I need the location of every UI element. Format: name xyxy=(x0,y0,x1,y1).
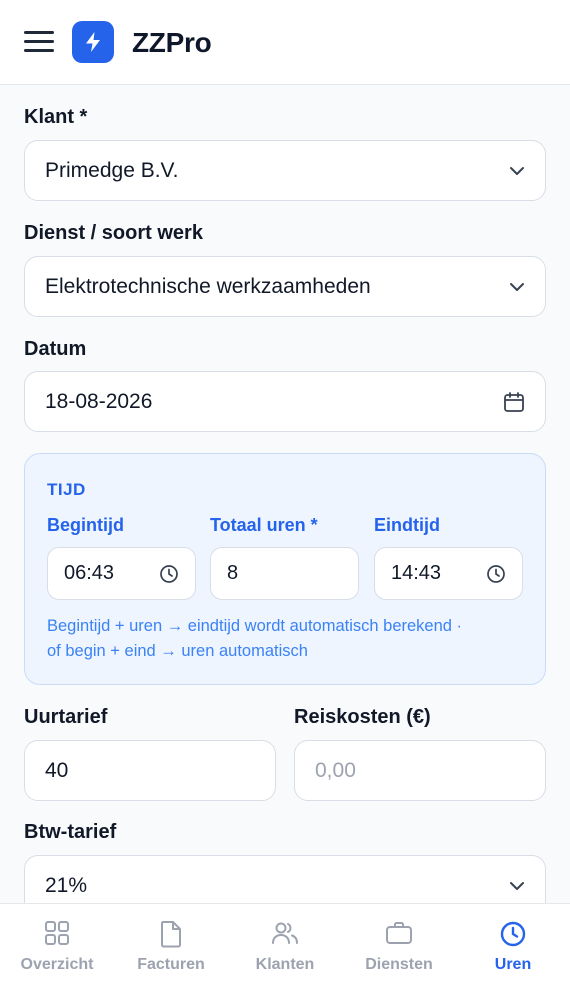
totaal-uren-input[interactable]: 8 xyxy=(210,547,359,600)
dienst-value: Elektrotechnische werkzaamheden xyxy=(45,274,371,298)
menu-icon[interactable] xyxy=(24,30,54,54)
klant-label: Klant * xyxy=(24,106,88,128)
nav-diensten[interactable]: Diensten xyxy=(342,904,456,990)
nav-uren[interactable]: Uren xyxy=(456,904,570,990)
datum-value: 18-08-2026 xyxy=(45,389,153,413)
btw-label: Btw-tarief xyxy=(24,821,117,843)
eindtijd-label: Eindtijd xyxy=(374,515,440,535)
document-icon xyxy=(159,920,183,948)
calendar-icon[interactable] xyxy=(503,391,525,413)
dienst-label: Dienst / soort werk xyxy=(24,222,203,244)
nav-klanten[interactable]: Klanten xyxy=(228,904,342,990)
tijd-title: TIJD xyxy=(47,480,86,499)
uurtarief-label: Uurtarief xyxy=(24,706,108,728)
reiskosten-placeholder: 0,00 xyxy=(315,758,356,782)
grid-icon xyxy=(44,920,70,946)
dienst-select[interactable]: Elektrotechnische werkzaamheden xyxy=(24,256,546,317)
bottom-nav: Overzicht Facturen Klanten Diensten Uren xyxy=(0,903,570,990)
reiskosten-input[interactable]: 0,00 xyxy=(294,740,546,801)
app-logo xyxy=(72,21,114,63)
totaal-uren-label: Totaal uren * xyxy=(210,515,318,535)
begintijd-value: 06:43 xyxy=(64,562,115,584)
clock-icon[interactable] xyxy=(486,564,506,584)
app-header: ZZPro xyxy=(0,0,570,85)
nav-diensten-label: Diensten xyxy=(365,956,433,973)
chevron-down-icon xyxy=(509,166,525,176)
btw-value: 21% xyxy=(45,873,88,897)
nav-overzicht-label: Overzicht xyxy=(20,956,94,973)
datum-label: Datum xyxy=(24,338,87,360)
chevron-down-icon xyxy=(509,881,525,891)
clock-icon[interactable] xyxy=(159,564,179,584)
eindtijd-input[interactable]: 14:43 xyxy=(374,547,523,600)
tijd-hint-line2: of begin + eind → uren automatisch xyxy=(47,642,308,660)
app-title: ZZPro xyxy=(132,27,212,58)
lightning-icon xyxy=(86,32,100,52)
chevron-down-icon xyxy=(509,282,525,292)
users-icon xyxy=(271,920,299,946)
nav-facturen[interactable]: Facturen xyxy=(114,904,228,990)
clock-icon xyxy=(499,920,527,948)
tijd-panel: TIJD Begintijd 06:43 Totaal uren * 8 Ein… xyxy=(24,453,546,685)
reiskosten-label: Reiskosten (€) xyxy=(294,706,431,728)
klant-select[interactable]: Primedge B.V. xyxy=(24,140,546,201)
begintijd-label: Begintijd xyxy=(47,515,124,535)
tijd-hint: Begintijd + uren → eindtijd wordt automa… xyxy=(47,614,527,664)
uurtarief-value: 40 xyxy=(45,758,69,782)
begintijd-input[interactable]: 06:43 xyxy=(47,547,196,600)
briefcase-icon xyxy=(385,920,413,946)
eindtijd-value: 14:43 xyxy=(391,562,442,584)
nav-uren-label: Uren xyxy=(494,956,532,973)
datum-input[interactable]: 18-08-2026 xyxy=(24,371,546,432)
nav-klanten-label: Klanten xyxy=(255,956,315,973)
uurtarief-input[interactable]: 40 xyxy=(24,740,276,801)
nav-overzicht[interactable]: Overzicht xyxy=(0,904,114,990)
tijd-hint-line1: Begintijd + uren → eindtijd wordt automa… xyxy=(47,617,463,635)
nav-facturen-label: Facturen xyxy=(137,956,205,973)
totaal-uren-value: 8 xyxy=(227,562,239,584)
klant-value: Primedge B.V. xyxy=(45,158,179,182)
